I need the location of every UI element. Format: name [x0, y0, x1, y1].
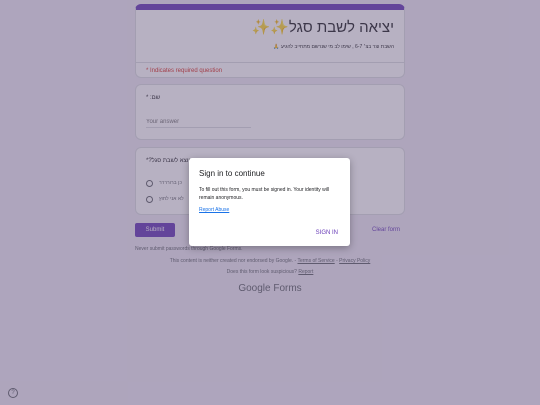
dialog-body: To fill out this form, you must be signe…	[199, 187, 330, 201]
sign-in-dialog: Sign in to continue To fill out this for…	[189, 158, 350, 246]
sign-in-button[interactable]: SIGN IN	[316, 230, 338, 236]
report-abuse-link[interactable]: Report Abuse	[199, 207, 229, 213]
dialog-title: Sign in to continue	[199, 169, 265, 178]
